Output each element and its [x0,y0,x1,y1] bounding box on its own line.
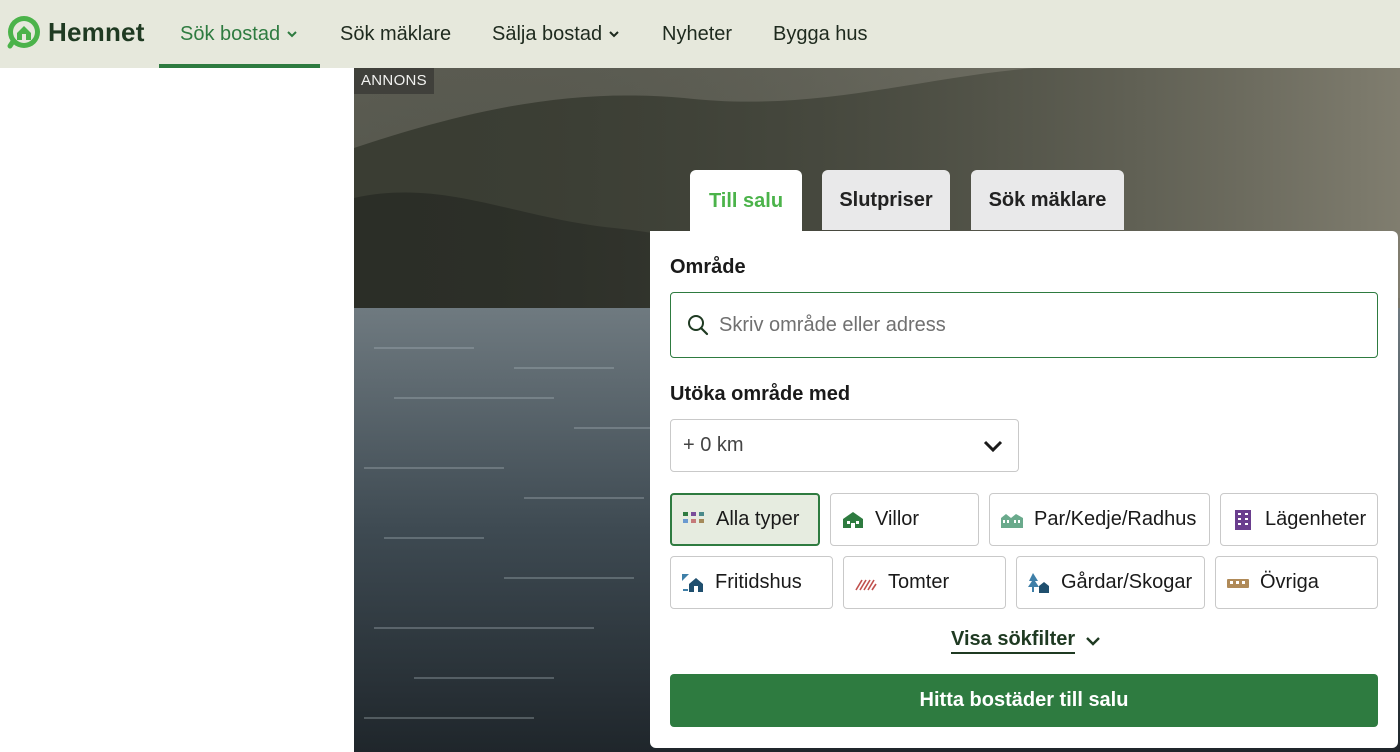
hemnet-logo-icon [7,16,40,49]
farm-forest-icon [1028,572,1049,593]
chevron-down-icon [287,31,297,38]
type-chip-label: Övriga [1260,571,1319,593]
type-chip-label: Gårdar/Skogar [1061,571,1193,593]
hemnet-logo[interactable]: Hemnet [6,14,145,50]
area-search-input[interactable] [719,313,1359,337]
show-filters-label: Visa sökfilter [951,628,1076,654]
nav-sok-bostad[interactable]: Sök bostad [180,0,298,68]
type-chip-label: Lägenheter [1265,508,1367,530]
type-chip-label: Tomter [888,571,950,593]
find-homes-button[interactable]: Hitta bostäder till salu [670,674,1378,727]
expand-area-select[interactable]: + 0 km [670,419,1019,472]
type-chip-tomter[interactable]: Tomter [843,556,1006,609]
top-navigation: Hemnet Sök bostad Sök mäklare Sälja bost… [0,0,1400,68]
ad-badge: ANNONS [354,68,434,94]
nav-salja-bostad[interactable]: Sälja bostad [492,0,620,68]
type-chip-label: Par/Kedje/Radhus [1034,508,1197,530]
other-icon [1227,578,1249,588]
type-chip-label: Fritidshus [715,571,802,593]
nav-nyheter[interactable]: Nyheter [662,0,732,68]
tab-label: Till salu [708,189,784,212]
grid-icon [683,511,704,523]
type-chip-label: Villor [875,508,920,530]
nav-label: Nyheter [662,22,733,45]
type-chip-ovriga[interactable]: Övriga [1215,556,1378,609]
apartment-icon [1235,509,1251,530]
chevron-down-icon [983,440,1003,452]
find-homes-button-label: Hitta bostäder till salu [919,689,1129,711]
type-chip-gardar-skogar[interactable]: Gårdar/Skogar [1016,556,1205,609]
tab-label: Sök mäklare [988,188,1107,211]
nav-bygga-hus[interactable]: Bygga hus [773,0,868,68]
nav-label: Bygga hus [773,22,868,45]
chevron-down-icon [1086,637,1100,646]
nav-label: Sök mäklare [340,22,452,45]
area-label: Område [670,256,746,278]
tab-label: Slutpriser [839,188,933,211]
nav-label: Sälja bostad [492,22,603,45]
show-filters-link[interactable]: Visa sökfilter [951,628,1101,654]
plot-icon [855,579,877,590]
tab-slutpriser[interactable]: Slutpriser [822,170,950,230]
expand-area-value: + 0 km [683,434,744,456]
expand-area-label: Utöka område med [670,383,851,405]
type-chip-lagenheter[interactable]: Lägenheter [1220,493,1378,546]
type-chip-alla-typer[interactable]: Alla typer [670,493,820,546]
nav-sok-maklare[interactable]: Sök mäklare [340,0,451,68]
tab-till-salu[interactable]: Till salu [690,170,802,232]
search-panel: Område Utöka område med + 0 km Alla type… [650,231,1398,748]
type-chip-par-kedje-radhus[interactable]: Par/Kedje/Radhus [989,493,1210,546]
type-chip-villor[interactable]: Villor [830,493,979,546]
nav-label: Sök bostad [180,22,281,45]
brand-name: Hemnet [48,16,145,47]
type-chip-fritidshus[interactable]: Fritidshus [670,556,833,609]
townhouse-icon [1001,513,1023,528]
search-icon [688,315,709,336]
tab-sok-maklare[interactable]: Sök mäklare [971,170,1124,230]
villa-icon [843,511,863,528]
active-nav-indicator [159,64,320,68]
cottage-icon [682,573,703,592]
area-search-field[interactable] [670,292,1378,358]
type-chip-label: Alla typer [716,508,800,530]
chevron-down-icon [609,31,619,38]
